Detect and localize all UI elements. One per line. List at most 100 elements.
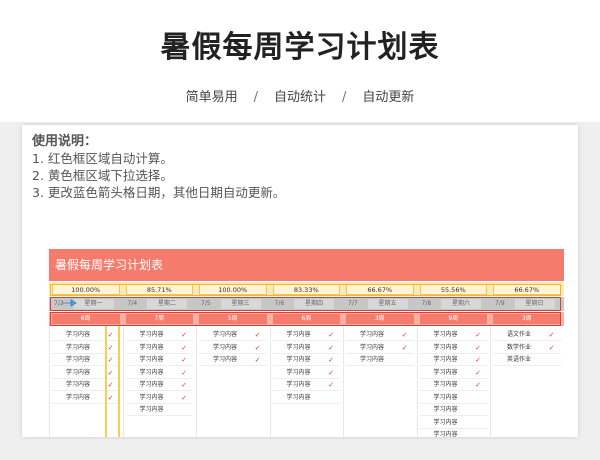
task-row[interactable]: 学习内容 ✓: [346, 329, 414, 341]
task-row[interactable]: 学习内容 ✓: [52, 354, 120, 366]
task-label: 学习内容: [433, 368, 458, 376]
task-row[interactable]: 学习内容: [346, 354, 414, 366]
task-label: 学习内容: [66, 343, 91, 351]
task-row[interactable]: 学习内容: [125, 404, 193, 416]
task-row[interactable]: 学习内容 ✓: [199, 354, 267, 366]
check-icon[interactable]: ✓: [475, 354, 481, 366]
task-row[interactable]: 数学作业 ✓: [493, 342, 561, 354]
task-label: 学习内容: [286, 343, 311, 351]
check-icon[interactable]: ✓: [475, 367, 481, 379]
column-divider: [416, 326, 418, 437]
task-row[interactable]: 学习内容 ✓: [272, 354, 340, 366]
check-icon[interactable]: ✓: [328, 329, 334, 341]
check-icon[interactable]: ✓: [255, 342, 261, 354]
task-row[interactable]: 英语作业: [493, 354, 561, 366]
check-icon[interactable]: ✓: [475, 379, 481, 391]
task-row[interactable]: 学习内容 ✓: [272, 329, 340, 341]
task-row[interactable]: 学习内容 ✓: [125, 367, 193, 379]
task-row[interactable]: 学习内容 ✓: [272, 342, 340, 354]
check-icon[interactable]: ✓: [108, 342, 114, 354]
check-icon[interactable]: ✓: [108, 354, 114, 366]
dropdown-guide: [105, 326, 107, 437]
task-row[interactable]: 学习内容 ✓: [419, 329, 487, 341]
task-row[interactable]: 学习内容 ✓: [52, 329, 120, 341]
check-icon[interactable]: ✓: [108, 379, 114, 391]
task-label: 学习内容: [213, 331, 238, 338]
task-row[interactable]: 学习内容: [420, 429, 488, 437]
task-row[interactable]: 学习内容 ✓: [419, 342, 487, 354]
check-icon[interactable]: ✓: [181, 392, 187, 404]
task-label: 学习内容: [286, 356, 311, 363]
blue-arrow-icon[interactable]: [61, 298, 77, 308]
check-icon[interactable]: ✓: [549, 342, 555, 354]
task-label: 学习内容: [286, 331, 311, 338]
check-icon[interactable]: ✓: [255, 354, 261, 366]
task-label: 学习内容: [66, 393, 91, 401]
task-label: 学习内容: [286, 368, 311, 376]
task-label: 学习内容: [360, 343, 385, 351]
yellow-frame: [50, 284, 561, 296]
task-row[interactable]: 学习内容 ✓: [419, 379, 487, 391]
red-frame-dates: [50, 297, 561, 311]
task-row[interactable]: 学习内容 ✓: [419, 367, 487, 379]
check-icon[interactable]: ✓: [328, 342, 334, 354]
task-row[interactable]: 学习内容 ✓: [125, 379, 193, 391]
check-icon[interactable]: ✓: [328, 379, 334, 391]
instruction-item: 3. 更改蓝色箭头格日期，其他日期自动更新。: [32, 185, 286, 200]
task-label: 学习内容: [360, 331, 385, 338]
check-icon[interactable]: ✓: [181, 354, 187, 366]
column-divider: [490, 326, 491, 437]
task-label: 学习内容: [66, 368, 91, 376]
check-icon[interactable]: ✓: [402, 329, 408, 341]
task-row[interactable]: 学习内容 ✓: [272, 367, 340, 379]
instruction-item: 1. 红色框区域自动计算。: [32, 151, 173, 166]
task-row[interactable]: 学习内容 ✓: [272, 379, 340, 391]
check-icon[interactable]: ✓: [475, 342, 481, 354]
task-row[interactable]: 学习内容 ✓: [125, 354, 193, 366]
column-divider: [269, 326, 271, 437]
check-icon[interactable]: ✓: [255, 329, 261, 341]
check-icon[interactable]: ✓: [181, 329, 187, 341]
task-row[interactable]: 学习内容 ✓: [52, 367, 120, 379]
feature-tags: 简单易用 / 自动统计 / 自动更新: [0, 86, 600, 105]
task-row[interactable]: 学习内容: [419, 404, 487, 416]
task-row[interactable]: 学习内容: [419, 417, 487, 429]
task-row[interactable]: 学习内容 ✓: [52, 342, 120, 354]
check-icon[interactable]: ✓: [181, 367, 187, 379]
task-row[interactable]: 学习内容 ✓: [125, 329, 193, 341]
task-row[interactable]: 学习内容 ✓: [419, 354, 487, 366]
check-icon[interactable]: ✓: [328, 367, 334, 379]
task-label: 语文作业: [507, 331, 532, 338]
task-label: 学习内容: [139, 393, 164, 401]
task-row[interactable]: 学习内容 ✓: [125, 342, 193, 354]
check-icon[interactable]: ✓: [108, 329, 114, 341]
sheet-title: 暑假每周学习计划表: [55, 258, 164, 272]
task-label: 学习内容: [360, 356, 385, 363]
task-label: 学习内容: [213, 343, 238, 351]
task-row[interactable]: 学习内容 ✓: [125, 392, 193, 404]
task-label: 数学作业: [507, 343, 532, 351]
column-divider: [122, 326, 124, 437]
task-label: 学习内容: [286, 381, 311, 388]
check-icon[interactable]: ✓: [549, 329, 555, 341]
task-label: 学习内容: [139, 381, 164, 388]
task-row[interactable]: 学习内容 ✓: [199, 329, 267, 341]
task-row[interactable]: 学习内容: [272, 392, 340, 404]
check-icon[interactable]: ✓: [402, 342, 408, 354]
check-icon[interactable]: ✓: [181, 342, 187, 354]
task-label: 学习内容: [433, 393, 458, 401]
task-row[interactable]: 学习内容 ✓: [52, 392, 120, 404]
check-icon[interactable]: ✓: [475, 329, 481, 341]
task-label: 学习内容: [433, 418, 458, 426]
check-icon[interactable]: ✓: [328, 354, 334, 366]
task-label: 学习内容: [139, 368, 164, 376]
task-row[interactable]: 学习内容: [419, 392, 487, 404]
task-row[interactable]: 学习内容 ✓: [199, 342, 267, 354]
task-row[interactable]: 语文作业 ✓: [493, 329, 561, 341]
check-icon[interactable]: ✓: [108, 392, 114, 404]
check-icon[interactable]: ✓: [181, 379, 187, 391]
column-divider: [196, 326, 197, 437]
task-row[interactable]: 学习内容 ✓: [52, 379, 120, 391]
check-icon[interactable]: ✓: [108, 367, 114, 379]
task-row[interactable]: 学习内容 ✓: [346, 342, 414, 354]
